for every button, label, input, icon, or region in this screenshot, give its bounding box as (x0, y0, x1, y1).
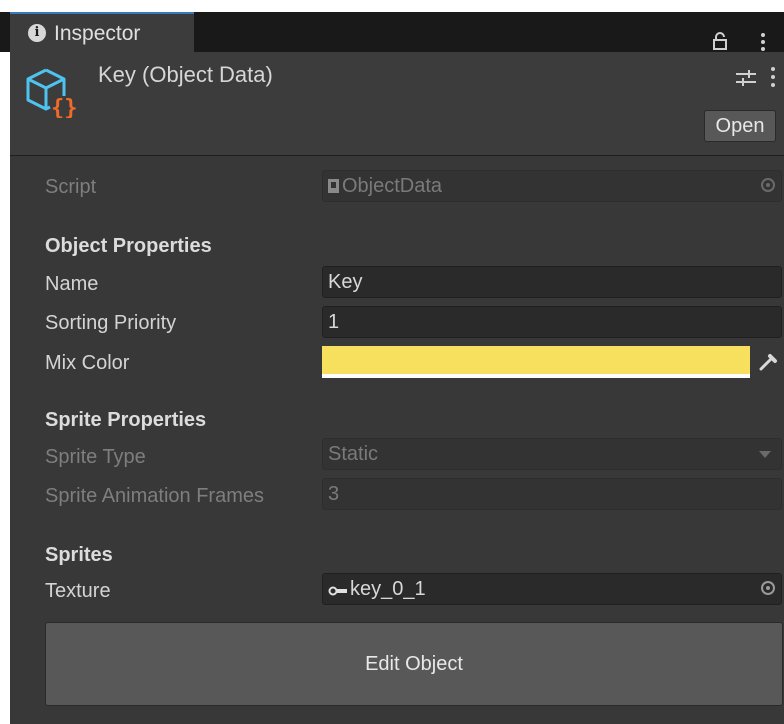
sorting-priority-label: Sorting Priority (45, 312, 177, 334)
texture-picker-icon[interactable] (761, 581, 775, 595)
sorting-priority-input[interactable]: 1 (322, 306, 782, 338)
texture-label: Texture (45, 580, 111, 602)
edit-object-button[interactable]: Edit Object (45, 622, 783, 706)
header-kebab-menu-icon[interactable] (770, 66, 776, 88)
svg-text:{}: {} (51, 96, 76, 118)
scriptable-object-icon: {} (26, 68, 76, 118)
tab-bar: i Inspector (0, 12, 784, 52)
texture-field[interactable]: key_0_1 (322, 573, 782, 605)
sprite-type-value: Static (328, 443, 379, 465)
lock-icon[interactable] (712, 32, 728, 50)
preset-settings-icon[interactable] (736, 70, 756, 86)
sprite-type-dropdown[interactable]: Static (322, 438, 782, 470)
kebab-menu-icon[interactable] (760, 32, 766, 52)
asset-title: Key (Object Data) (98, 62, 273, 87)
sprite-properties-heading: Sprite Properties (45, 409, 207, 431)
top-strip (0, 0, 784, 12)
object-picker-icon[interactable] (761, 178, 775, 192)
tab-inspector-label: Inspector (54, 22, 141, 45)
eyedropper-icon[interactable] (754, 348, 780, 376)
name-input[interactable]: Key (322, 266, 782, 298)
tab-inspector[interactable]: i Inspector (10, 12, 194, 52)
name-label: Name (45, 273, 99, 295)
texture-value: key_0_1 (350, 578, 426, 600)
mix-color-label: Mix Color (45, 352, 130, 374)
dropdown-arrow-icon (759, 451, 771, 458)
sprites-heading: Sprites (45, 544, 113, 566)
object-properties-heading: Object Properties (45, 235, 212, 257)
inspector-header: {} Key (Object Data) Open (10, 52, 784, 156)
script-label: Script (45, 176, 97, 198)
sprite-frames-input[interactable]: 3 (322, 478, 782, 510)
open-button[interactable]: Open (704, 110, 776, 142)
script-field[interactable]: ObjectData (322, 170, 782, 202)
info-icon: i (28, 24, 46, 42)
script-file-icon (328, 179, 339, 193)
inspector-body: Script ObjectData Object Properties Name… (10, 156, 784, 724)
sprite-type-label: Sprite Type (45, 446, 146, 468)
key-texture-icon (328, 586, 347, 596)
script-value: ObjectData (342, 175, 443, 197)
sprite-frames-label: Sprite Animation Frames (45, 485, 264, 507)
mix-color-swatch[interactable] (322, 346, 750, 378)
